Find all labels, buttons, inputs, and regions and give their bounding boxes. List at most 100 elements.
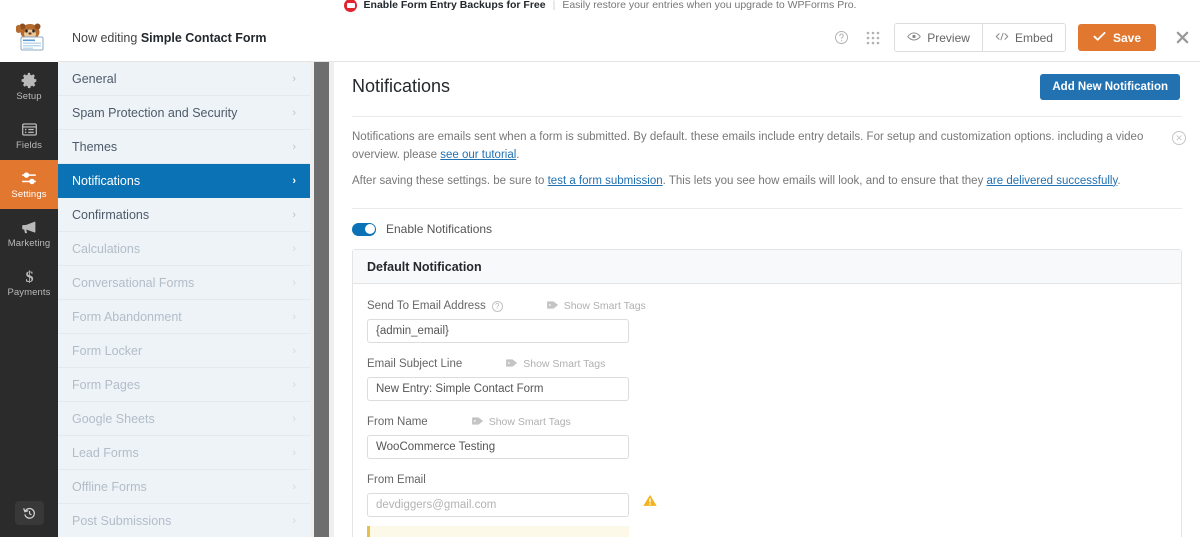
settings-menu-item-spam-protection-and-security[interactable]: Spam Protection and Security › <box>58 96 310 130</box>
test-a-form-submission-link[interactable]: test a form submission <box>548 175 663 187</box>
settings-menu-item-label: Confirmations <box>72 207 150 222</box>
dismiss-circle-x-icon[interactable]: ✕ <box>1172 131 1186 145</box>
promo-subtext: Easily restore your entries when you upg… <box>562 0 857 11</box>
save-label: Save <box>1112 30 1141 45</box>
list-icon <box>21 120 38 139</box>
chevron-right-icon: › <box>292 310 296 323</box>
gear-icon <box>21 71 38 90</box>
show-smart-tags-button[interactable]: Show Smart Tags <box>471 416 571 429</box>
add-new-notification-button[interactable]: Add New Notification <box>1040 74 1180 100</box>
builder-header: Now editing Simple Contact Form Preview … <box>58 14 1200 62</box>
enable-notifications-toggle[interactable] <box>352 222 376 236</box>
are-delivered-successfully-link[interactable]: are delivered successfully <box>987 175 1118 187</box>
field-input[interactable]: New Entry: Simple Contact Form <box>367 377 629 402</box>
settings-menu-scrollbar[interactable] <box>310 62 334 537</box>
desc2-part1: After saving these settings. be sure to <box>352 174 548 187</box>
show-smart-tags-label: Show Smart Tags <box>488 416 571 429</box>
field-send-to-email-address: Send To Email Address? Show Smart Tags {ad… <box>367 298 1167 344</box>
description-line-2: After saving these settings. be sure to … <box>352 173 1166 191</box>
settings-menu-item-form-locker[interactable]: Form Locker › <box>58 334 310 368</box>
settings-menu-item-offline-forms[interactable]: Offline Forms › <box>58 470 310 504</box>
save-button[interactable]: Save <box>1077 24 1156 51</box>
rail-item-setup[interactable]: Setup <box>0 62 58 111</box>
close-x-icon[interactable] <box>1172 28 1192 48</box>
force-from-email-notice: This setting is disabled because you hav… <box>367 526 629 537</box>
settings-menu-item-post-submissions[interactable]: Post Submissions › <box>58 504 310 537</box>
settings-menu-item-themes[interactable]: Themes › <box>58 130 310 164</box>
field-email-subject-line: Email Subject Line Show Smart Tags New Ent… <box>367 356 1167 402</box>
rail-item-settings[interactable]: Settings <box>0 160 58 209</box>
embed-button[interactable]: Embed <box>981 24 1065 51</box>
field-label: From Email <box>367 474 426 487</box>
grid-apps-icon[interactable] <box>863 28 882 47</box>
chevron-right-icon: › <box>292 446 296 459</box>
settings-menu-item-label: Notifications <box>72 173 141 188</box>
code-icon <box>995 31 1009 45</box>
rail-item-fields[interactable]: Fields <box>0 111 58 160</box>
rail-item-payments[interactable]: $ Payments <box>0 258 58 307</box>
settings-menu-item-form-pages[interactable]: Form Pages › <box>58 368 310 402</box>
page-title: Notifications <box>352 76 451 96</box>
eye-icon <box>907 31 922 45</box>
enable-notifications-row: Enable Notifications <box>334 209 1200 249</box>
check-icon <box>1093 31 1106 45</box>
field-from-email: From Email devdiggers@gmail.com <box>367 472 1167 518</box>
dollar-icon: $ <box>21 267 38 286</box>
settings-menu-item-google-sheets[interactable]: Google Sheets › <box>58 402 310 436</box>
promo-separator: | <box>552 0 556 11</box>
chevron-right-icon: › <box>292 344 296 357</box>
show-smart-tags-button[interactable]: Show Smart Tags <box>546 300 646 313</box>
card-title: Default Notification <box>353 250 1181 285</box>
wpforms-form-builder: Enable Form Entry Backups for Free | Eas… <box>0 0 1200 537</box>
settings-menu-item-lead-forms[interactable]: Lead Forms › <box>58 436 310 470</box>
description-block: Notifications are emails sent when a for… <box>334 117 1200 204</box>
sliders-icon <box>20 169 38 188</box>
show-smart-tags-label: Show Smart Tags <box>563 300 646 313</box>
chevron-right-icon: › <box>292 174 296 187</box>
tag-icon <box>506 358 518 371</box>
now-editing-prefix: Now editing <box>72 30 138 45</box>
show-smart-tags-label: Show Smart Tags <box>523 358 606 371</box>
chevron-right-icon: › <box>292 378 296 391</box>
default-notification-card: Default Notification Send To Email Addre… <box>352 249 1182 537</box>
rail-item-label: Payments <box>7 287 51 299</box>
settings-menu-item-label: General <box>72 71 117 86</box>
scrollbar-thumb[interactable] <box>314 62 329 537</box>
preview-label: Preview <box>927 30 970 45</box>
settings-menu-item-confirmations[interactable]: Confirmations › <box>58 198 310 232</box>
settings-menu-item-conversational-forms[interactable]: Conversational Forms › <box>58 266 310 300</box>
field-from-name: From Name Show Smart Tags WooCommerce Test… <box>367 414 1167 460</box>
preview-button[interactable]: Preview <box>895 24 982 51</box>
settings-menu-item-general[interactable]: General › <box>58 62 310 96</box>
settings-menu: General › Spam Protection and Security › The… <box>58 62 310 537</box>
help-circle-icon[interactable]: ? <box>491 300 503 312</box>
rail-item-marketing[interactable]: Marketing <box>0 209 58 258</box>
chevron-right-icon: › <box>292 208 296 221</box>
settings-menu-item-label: Form Locker <box>72 343 143 358</box>
chevron-right-icon: › <box>292 140 296 153</box>
settings-menu-item-form-abandonment[interactable]: Form Abandonment › <box>58 300 310 334</box>
chevron-right-icon: › <box>292 276 296 289</box>
field-input[interactable]: WooCommerce Testing <box>367 435 629 460</box>
preview-embed-button-group: Preview Embed <box>894 23 1066 52</box>
revisions-history-icon[interactable] <box>15 501 44 525</box>
settings-menu-item-label: Lead Forms <box>72 445 139 460</box>
warning-triangle-icon[interactable] <box>643 494 657 507</box>
field-input[interactable]: {admin_email} <box>367 319 629 344</box>
settings-menu-item-label: Conversational Forms <box>72 275 195 290</box>
chevron-right-icon: › <box>292 480 296 493</box>
desc2-part3: . <box>1117 174 1121 187</box>
show-smart-tags-button[interactable]: Show Smart Tags <box>506 358 605 371</box>
rail-item-label: Setup <box>16 91 42 103</box>
help-circle-icon[interactable] <box>832 28 851 47</box>
see-our-tutorial-link[interactable]: see our tutorial <box>440 149 516 161</box>
backup-circle-icon <box>343 0 357 12</box>
rail-item-label: Settings <box>11 189 47 201</box>
field-label-row: From Name Show Smart Tags <box>367 414 1167 430</box>
notification-fields: Send To Email Address? Show Smart Tags {ad… <box>353 284 1181 537</box>
settings-menu-item-calculations[interactable]: Calculations › <box>58 232 310 266</box>
settings-menu-item-label: Spam Protection and Security <box>72 105 238 120</box>
settings-menu-item-label: Themes <box>72 139 118 154</box>
desc2-part2: . This lets you see how emails will look… <box>662 174 987 187</box>
settings-menu-item-notifications[interactable]: Notifications › <box>58 164 310 198</box>
